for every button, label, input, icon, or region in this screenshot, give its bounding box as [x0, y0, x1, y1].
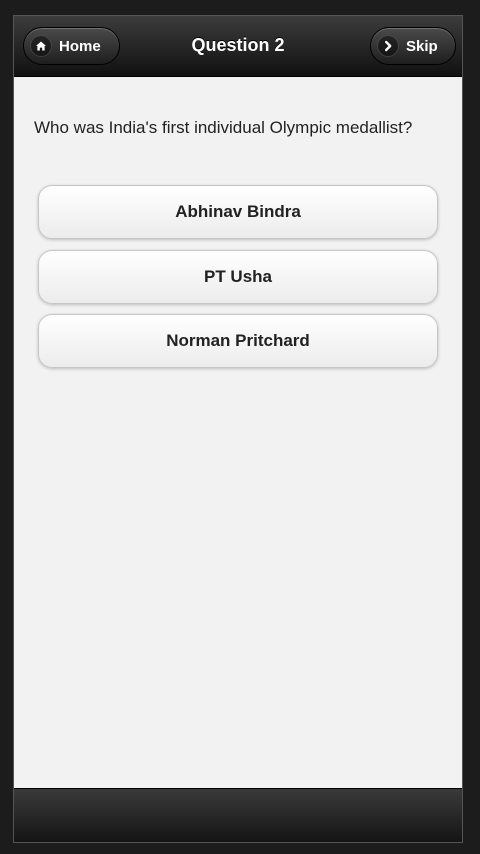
answer-option-1[interactable]: Abhinav Bindra — [38, 185, 438, 239]
skip-button[interactable]: Skip — [370, 27, 456, 65]
footer-bar — [14, 788, 462, 842]
answer-option-3[interactable]: Norman Pritchard — [38, 314, 438, 368]
question-text: Who was India's first individual Olympic… — [34, 118, 413, 137]
header-bar: Question 2 Home Skip — [14, 16, 462, 77]
home-button[interactable]: Home — [23, 27, 120, 65]
home-icon — [30, 35, 52, 57]
skip-button-label: Skip — [406, 37, 438, 55]
app-frame: Question 2 Home Skip Who was India's fir… — [13, 15, 463, 843]
home-button-label: Home — [59, 37, 101, 55]
answer-option-2[interactable]: PT Usha — [38, 249, 438, 304]
chevron-right-icon — [377, 35, 399, 57]
answer-list: Abhinav Bindra PT Usha Norman Pritchard — [38, 185, 438, 379]
